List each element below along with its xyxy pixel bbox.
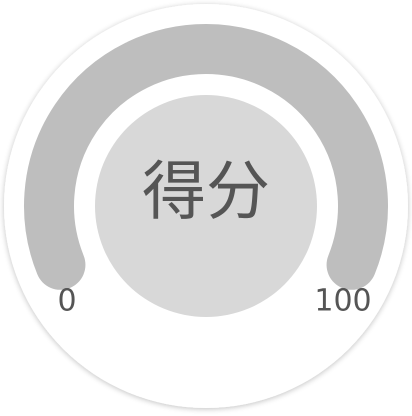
score-gauge: 得分 0 100 [0,0,412,416]
gauge-canvas: 得分 0 100 [4,4,408,408]
gauge-max-label: 100 [314,284,371,319]
gauge-center-label: 得分 [142,156,270,230]
gauge-min-label: 0 [57,284,76,319]
